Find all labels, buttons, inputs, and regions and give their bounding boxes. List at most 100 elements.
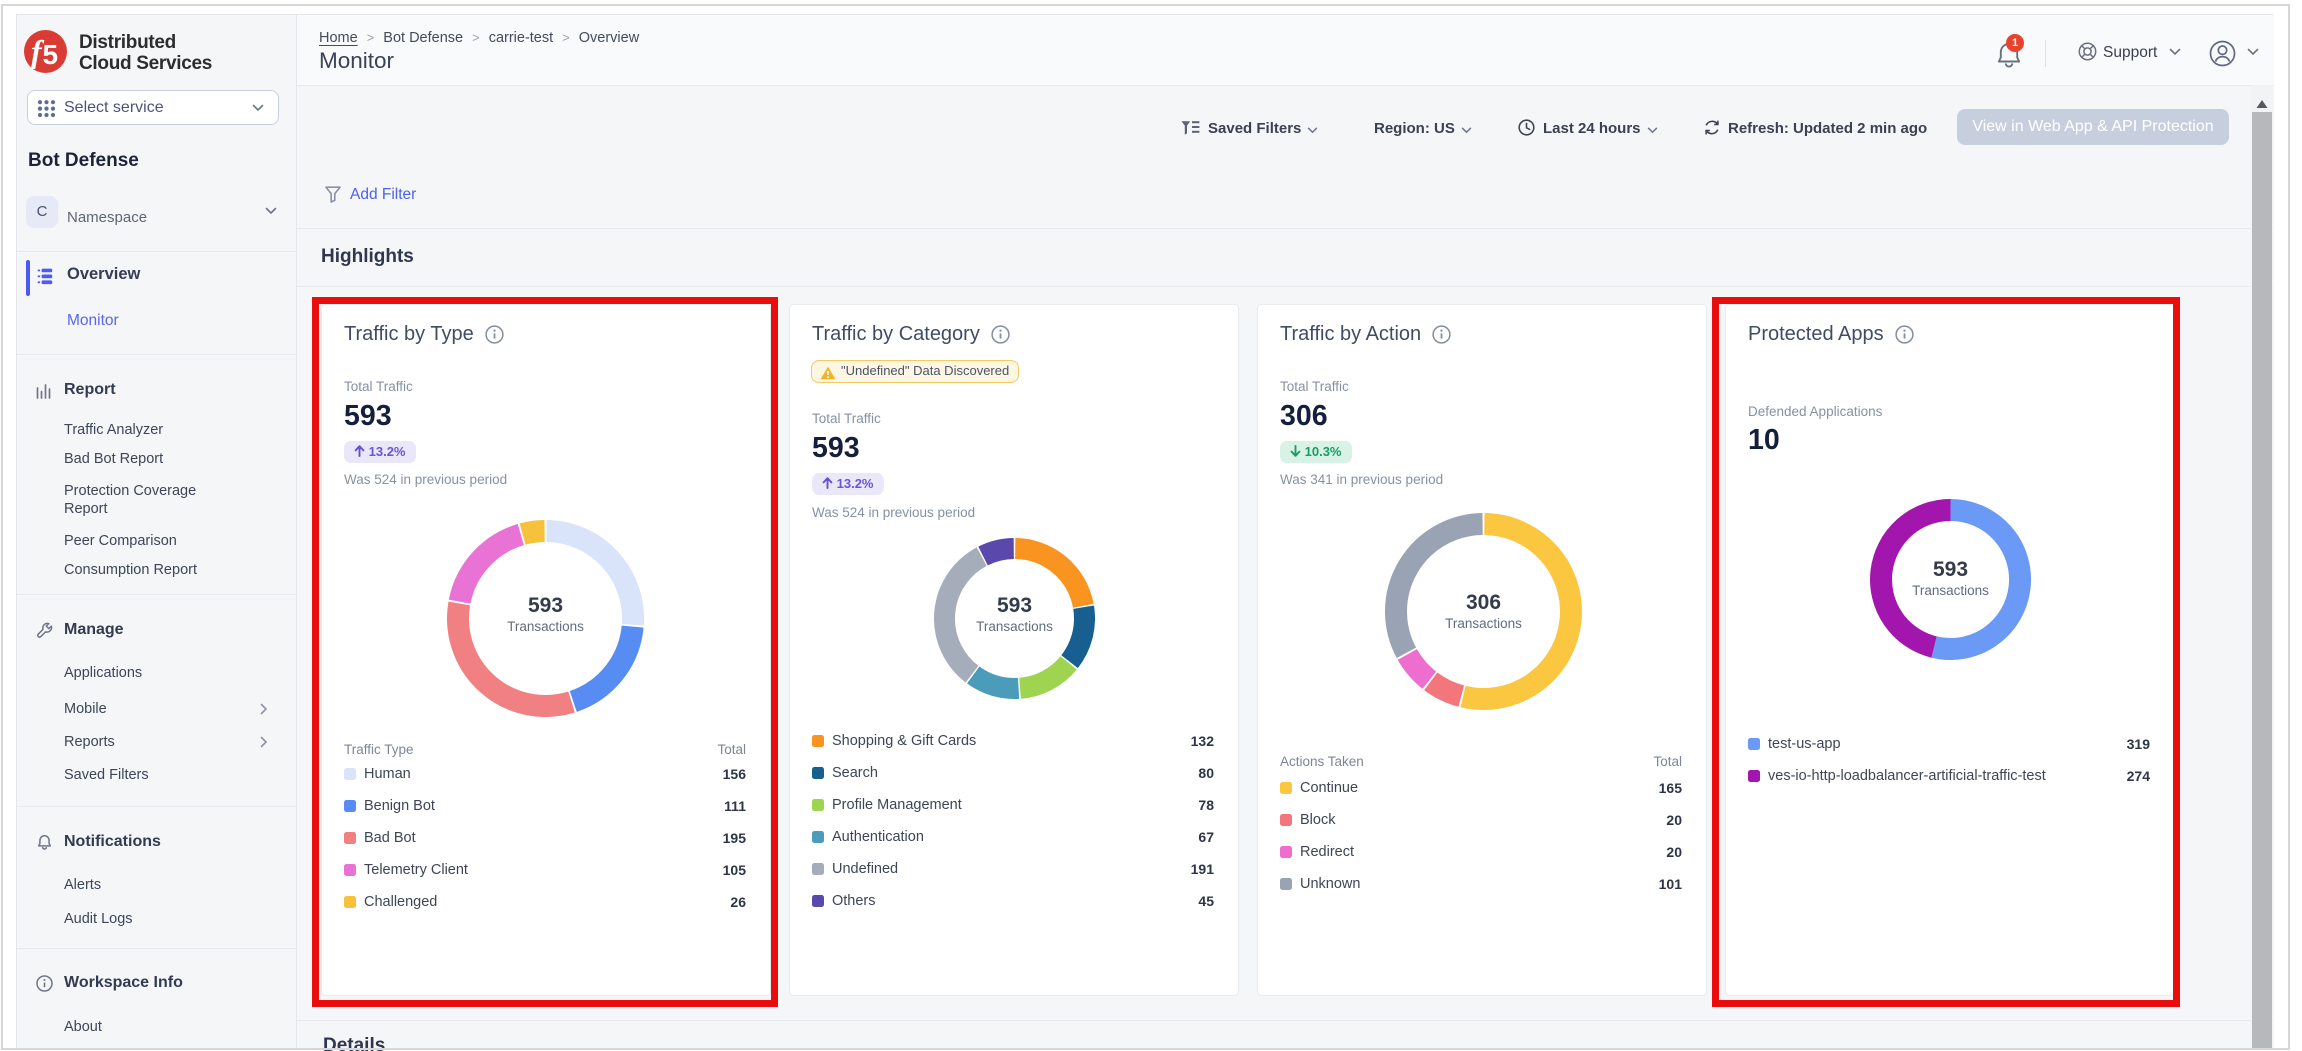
f5-logo: f 5 [24, 30, 67, 73]
support-menu[interactable]: Support [2103, 44, 2157, 62]
stat-label: Total Traffic [344, 379, 413, 394]
sidebar-item-saved-filters[interactable]: Saved Filters [64, 766, 232, 784]
sidebar-item-reports[interactable]: Reports [64, 733, 232, 751]
legend-row: Telemetry Client105 [344, 854, 746, 886]
sidebar-item-alerts[interactable]: Alerts [64, 876, 232, 894]
divider [17, 948, 297, 949]
legend-label: ves-io-http-loadbalancer-artificial-traf… [1768, 768, 2127, 784]
legend: Human156Benign Bot111Bad Bot195Telemetry… [344, 758, 746, 918]
time-range-dropdown[interactable]: Last 24 hours [1543, 120, 1641, 137]
info-icon[interactable] [1895, 325, 1914, 344]
user-avatar-icon[interactable] [2209, 40, 2236, 67]
breadcrumb-home[interactable]: Home [319, 30, 358, 46]
legend-value: 45 [1198, 893, 1214, 909]
sidebar-item-audit-logs[interactable]: Audit Logs [64, 910, 232, 928]
view-in-waap-button[interactable]: View in Web App & API Protection [1957, 109, 2229, 145]
scroll-up-arrow-icon[interactable] [2255, 98, 2269, 110]
legend-value: 191 [1191, 861, 1214, 877]
divider [297, 1020, 2274, 1021]
trend-down-arrow-icon [1290, 445, 1301, 457]
divider [17, 354, 297, 355]
region-dropdown[interactable]: Region: US [1374, 120, 1455, 137]
sidebar-item-peer-comparison[interactable]: Peer Comparison [64, 532, 232, 550]
legend-label: Telemetry Client [364, 862, 723, 878]
info-icon[interactable] [1432, 325, 1451, 344]
add-filter-button[interactable]: Add Filter [324, 184, 524, 208]
sidebar-item-about[interactable]: About [64, 1018, 232, 1036]
namespace-avatar[interactable]: C [26, 196, 58, 228]
legend-swatch [1748, 770, 1760, 782]
info-icon[interactable] [485, 325, 504, 344]
legend-label: Authentication [832, 829, 1198, 845]
sidebar-section-workspace-info[interactable]: Workspace Info [64, 974, 183, 992]
sidebar-item-mobile[interactable]: Mobile [64, 700, 232, 718]
sidebar-item-protection-coverage-report[interactable]: Protection Coverage Report [64, 482, 232, 518]
legend-label: Redirect [1300, 844, 1666, 860]
legend-row: ves-io-http-loadbalancer-artificial-traf… [1748, 760, 2150, 792]
breadcrumb-overview[interactable]: Overview [579, 30, 639, 46]
legend-row: Redirect20 [1280, 836, 1682, 868]
select-service-dropdown[interactable]: Select service [27, 90, 279, 125]
previous-period-label: Was 524 in previous period [812, 505, 975, 520]
sidebar-item-traffic-analyzer[interactable]: Traffic Analyzer [64, 421, 232, 439]
sidebar-section-manage[interactable]: Manage [64, 621, 124, 639]
donut-center-label: 593 Transactions [934, 596, 1095, 634]
page-title: Monitor [319, 48, 394, 74]
funnel-icon [324, 185, 342, 204]
card-title: Traffic by Category [812, 323, 1010, 346]
vertical-scrollbar[interactable] [2251, 85, 2273, 1049]
section-title-details: Details [323, 1035, 385, 1051]
legend-row: Block20 [1280, 804, 1682, 836]
legend-value: 78 [1198, 797, 1214, 813]
legend-swatch [1280, 846, 1292, 858]
chevron-down-icon [252, 104, 264, 112]
legend-row: Bad Bot195 [344, 822, 746, 854]
breadcrumb-separator: > [562, 30, 570, 45]
sidebar-section-report[interactable]: Report [64, 381, 116, 399]
legend-value: 101 [1659, 876, 1682, 892]
legend-row: Continue165 [1280, 772, 1682, 804]
legend-value: 67 [1198, 829, 1214, 845]
refresh-icon[interactable] [1703, 119, 1721, 136]
logo-wordmark: Distributed Cloud Services [79, 32, 212, 74]
sidebar-section-notifications[interactable]: Notifications [64, 833, 161, 851]
legend-label: Profile Management [832, 797, 1198, 813]
breadcrumb-separator: > [472, 30, 480, 45]
saved-filters-dropdown[interactable]: Saved Filters [1208, 120, 1301, 137]
scrollbar-thumb[interactable] [2252, 112, 2272, 1049]
legend-swatch [812, 767, 824, 779]
sidebar-item-monitor[interactable]: Monitor [67, 312, 119, 330]
legend-value: 26 [730, 894, 746, 910]
refresh-status[interactable]: Refresh: Updated 2 min ago [1728, 120, 1927, 137]
divider [297, 286, 2274, 287]
sidebar-item-overview[interactable]: Overview [67, 265, 140, 284]
legend-swatch [812, 735, 824, 747]
sidebar-item-bad-bot-report[interactable]: Bad Bot Report [64, 450, 232, 468]
divider [17, 251, 297, 252]
stat-value: 306 [1280, 401, 1328, 431]
stat-value: 593 [812, 433, 860, 463]
chevron-down-icon [1307, 127, 1318, 134]
legend-row: Others45 [812, 885, 1214, 917]
chevron-down-icon [1647, 127, 1658, 134]
wrench-icon [36, 622, 53, 639]
legend-row: Authentication67 [812, 821, 1214, 853]
section-title-highlights: Highlights [321, 246, 414, 268]
chevron-down-icon[interactable] [265, 207, 277, 215]
card-title: Traffic by Action [1280, 323, 1451, 346]
legend-label: Challenged [364, 894, 730, 910]
legend-swatch [344, 832, 356, 844]
legend-label: Others [832, 893, 1198, 909]
active-nav-indicator [26, 260, 30, 296]
breadcrumb-bot-defense[interactable]: Bot Defense [383, 30, 463, 46]
legend-value: 105 [723, 862, 746, 878]
sidebar-item-consumption-report[interactable]: Consumption Report [64, 561, 232, 579]
legend-swatch [812, 863, 824, 875]
legend-row: Benign Bot111 [344, 790, 746, 822]
breadcrumb-namespace[interactable]: carrie-test [489, 30, 553, 46]
sidebar-item-applications[interactable]: Applications [64, 664, 232, 682]
trend-up-arrow-icon [354, 445, 365, 457]
divider [17, 594, 297, 595]
info-icon[interactable] [991, 325, 1010, 344]
legend-label: Shopping & Gift Cards [832, 733, 1191, 749]
